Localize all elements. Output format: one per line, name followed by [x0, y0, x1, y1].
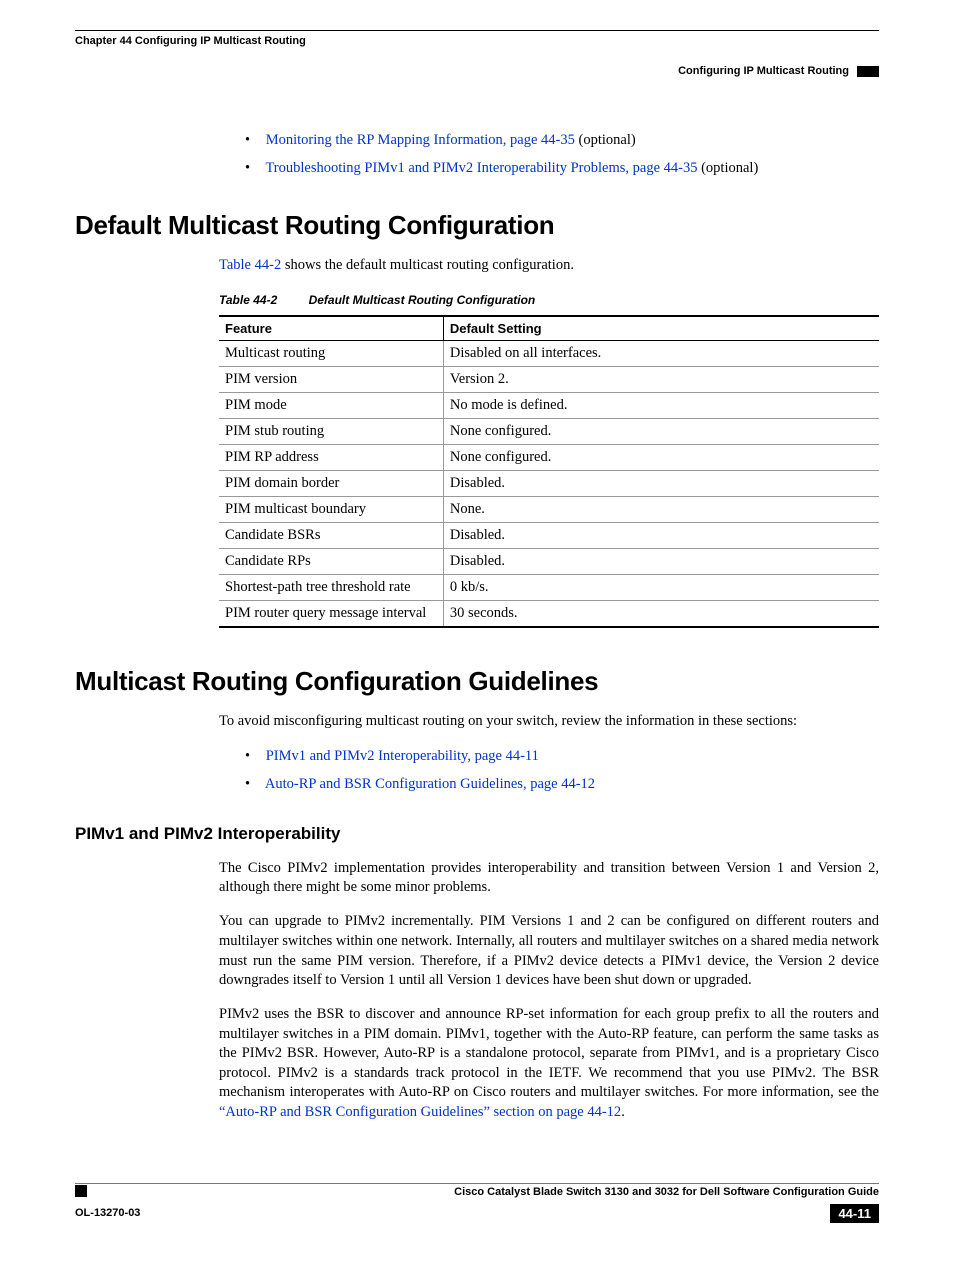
feature-cell: Candidate RPs [219, 549, 443, 575]
subsection-heading-interop: PIMv1 and PIMv2 Interoperability [75, 824, 879, 844]
section1-intro: Table 44-2 shows the default multicast r… [219, 256, 879, 276]
section-heading-guidelines: Multicast Routing Configuration Guidelin… [75, 666, 879, 697]
table-header-default: Default Setting [443, 316, 879, 341]
xref-link[interactable]: Monitoring the RP Mapping Information, p… [266, 132, 575, 148]
list-item: Troubleshooting PIMv1 and PIMv2 Interope… [245, 155, 879, 183]
page-container: Chapter 44 Configuring IP Multicast Rout… [0, 0, 954, 1263]
feature-cell: PIM domain border [219, 471, 443, 497]
footer-pagenum: 44-11 [830, 1204, 879, 1223]
guideline-bullet-list: PIMv1 and PIMv2 Interoperability, page 4… [245, 743, 879, 798]
default-config-table: Feature Default Setting Multicast routin… [219, 315, 879, 628]
section-heading-default-config: Default Multicast Routing Configuration [75, 210, 879, 241]
xref-link[interactable]: PIMv1 and PIMv2 Interoperability, page 4… [266, 748, 539, 764]
feature-cell: Candidate BSRs [219, 523, 443, 549]
list-item: PIMv1 and PIMv2 Interoperability, page 4… [245, 743, 879, 771]
table-row: Candidate RPsDisabled. [219, 549, 879, 575]
table-ref-link[interactable]: Table 44-2 [219, 257, 281, 273]
feature-cell: PIM mode [219, 393, 443, 419]
setting-cell: 30 seconds. [443, 601, 879, 628]
header-subtitle: Configuring IP Multicast Routing [678, 65, 849, 77]
bullet-suffix: (optional) [575, 132, 636, 148]
setting-cell: None configured. [443, 445, 879, 471]
table-number: Table 44-2 [219, 293, 277, 307]
feature-cell: PIM multicast boundary [219, 497, 443, 523]
table-row: PIM RP addressNone configured. [219, 445, 879, 471]
table-row: Multicast routingDisabled on all interfa… [219, 341, 879, 367]
p3-suffix: . [621, 1104, 625, 1120]
list-item: Auto-RP and BSR Configuration Guidelines… [245, 771, 879, 799]
feature-cell: Shortest-path tree threshold rate [219, 575, 443, 601]
setting-cell: No mode is defined. [443, 393, 879, 419]
setting-cell: Disabled. [443, 523, 879, 549]
table-row: PIM multicast boundaryNone. [219, 497, 879, 523]
setting-cell: 0 kb/s. [443, 575, 879, 601]
xref-link[interactable]: Troubleshooting PIMv1 and PIMv2 Interope… [265, 160, 697, 176]
feature-cell: PIM stub routing [219, 419, 443, 445]
interop-p3: PIMv2 uses the BSR to discover and annou… [219, 1005, 879, 1122]
footer-guide-title: Cisco Catalyst Blade Switch 3130 and 303… [187, 1186, 879, 1198]
section2-intro: To avoid misconfiguring multicast routin… [219, 712, 879, 732]
table-row: PIM versionVersion 2. [219, 367, 879, 393]
table-row: PIM router query message interval30 seco… [219, 601, 879, 628]
header-marker-icon [857, 66, 879, 77]
table-caption: Table 44-2 Default Multicast Routing Con… [219, 293, 879, 307]
running-header: Chapter 44 Configuring IP Multicast Rout… [75, 30, 879, 47]
footer-marker-icon [75, 1185, 87, 1197]
footer-docnum: OL-13270-03 [75, 1207, 140, 1219]
table-row: Shortest-path tree threshold rate0 kb/s. [219, 575, 879, 601]
content-area: Monitoring the RP Mapping Information, p… [75, 127, 879, 1223]
feature-cell: PIM RP address [219, 445, 443, 471]
top-bullet-list: Monitoring the RP Mapping Information, p… [245, 127, 879, 182]
intro-suffix: shows the default multicast routing conf… [281, 257, 574, 273]
list-item: Monitoring the RP Mapping Information, p… [245, 127, 879, 155]
table-row: Candidate BSRsDisabled. [219, 523, 879, 549]
table-header-feature: Feature [219, 316, 443, 341]
table-title: Default Multicast Routing Configuration [309, 293, 536, 307]
interop-p2: You can upgrade to PIMv2 incrementally. … [219, 912, 879, 990]
setting-cell: Disabled on all interfaces. [443, 341, 879, 367]
feature-cell: Multicast routing [219, 341, 443, 367]
running-header-right: Configuring IP Multicast Routing [75, 47, 879, 77]
setting-cell: None. [443, 497, 879, 523]
table-row: PIM modeNo mode is defined. [219, 393, 879, 419]
interop-p1: The Cisco PIMv2 implementation provides … [219, 859, 879, 898]
setting-cell: None configured. [443, 419, 879, 445]
table-row: PIM domain borderDisabled. [219, 471, 879, 497]
bullet-suffix: (optional) [697, 160, 758, 176]
feature-cell: PIM version [219, 367, 443, 393]
footer: Cisco Catalyst Blade Switch 3130 and 303… [75, 1183, 879, 1198]
p3-prefix: PIMv2 uses the BSR to discover and annou… [219, 1006, 879, 1100]
table-row: PIM stub routingNone configured. [219, 419, 879, 445]
setting-cell: Disabled. [443, 471, 879, 497]
table-header-row: Feature Default Setting [219, 316, 879, 341]
setting-cell: Version 2. [443, 367, 879, 393]
xref-link[interactable]: Auto-RP and BSR Configuration Guidelines… [265, 776, 595, 792]
setting-cell: Disabled. [443, 549, 879, 575]
footer-line2: OL-13270-03 44-11 [75, 1204, 879, 1223]
header-chapter: Chapter 44 Configuring IP Multicast Rout… [75, 35, 306, 47]
xref-link[interactable]: “Auto-RP and BSR Configuration Guideline… [219, 1104, 621, 1120]
feature-cell: PIM router query message interval [219, 601, 443, 628]
